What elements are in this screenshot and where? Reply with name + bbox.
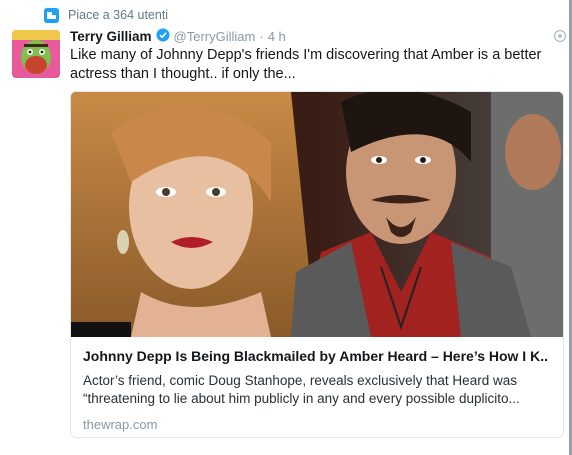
card-image[interactable] bbox=[71, 92, 563, 337]
card-domain[interactable]: thewrap.com bbox=[83, 417, 553, 432]
card-title[interactable]: Johnny Depp Is Being Blackmailed by Ambe… bbox=[83, 348, 553, 364]
like-icon bbox=[44, 7, 59, 23]
avatar[interactable] bbox=[12, 30, 60, 78]
tweet-header: Terry Gilliam @TerryGilliam · 4 h bbox=[70, 27, 286, 45]
social-context-text: Piace a 364 utenti bbox=[68, 8, 169, 22]
tweet-time[interactable]: 4 h bbox=[268, 29, 286, 44]
header-separator: · bbox=[259, 28, 264, 44]
link-card[interactable]: Johnny Depp Is Being Blackmailed by Ambe… bbox=[70, 91, 564, 438]
more-options-icon[interactable] bbox=[553, 29, 567, 43]
tweet-text: Like many of Johnny Depp's friends I'm d… bbox=[70, 47, 542, 82]
social-context: Piace a 364 utenti bbox=[44, 6, 168, 24]
author-name[interactable]: Terry Gilliam bbox=[70, 29, 152, 44]
verified-badge-icon bbox=[156, 28, 170, 45]
card-description: Actor’s friend, comic Doug Stanhope, rev… bbox=[83, 373, 520, 406]
author-handle[interactable]: @TerryGilliam bbox=[174, 29, 256, 44]
